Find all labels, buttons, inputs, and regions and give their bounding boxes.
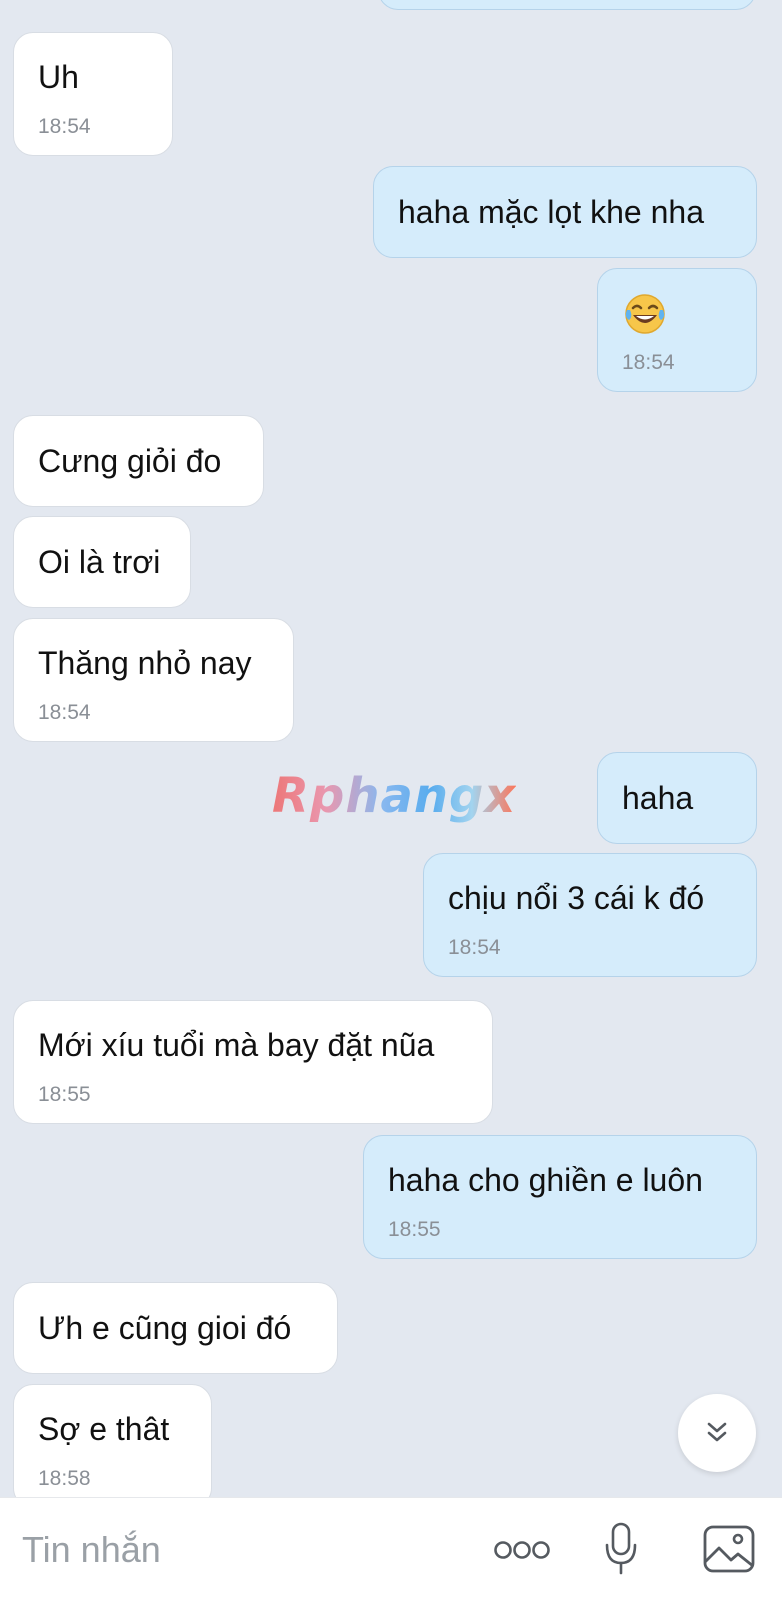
chat-history[interactable]: Uh 18:54 haha mặc lọt khe nha 18:54 Cưng… bbox=[0, 0, 782, 1497]
face-with-tears-of-joy-icon bbox=[624, 293, 666, 340]
message-bubble-incoming[interactable]: Sợ e thât 18:58 bbox=[13, 1384, 212, 1497]
message-text: Oi là trơi bbox=[38, 544, 161, 580]
message-timestamp: 18:54 bbox=[448, 936, 501, 959]
double-chevron-down-icon bbox=[702, 1418, 732, 1448]
message-bubble-partial bbox=[378, 0, 756, 10]
message-bubble-incoming[interactable]: Thăng nhỏ nay 18:54 bbox=[13, 618, 294, 742]
message-bubble-outgoing[interactable]: 18:54 bbox=[597, 268, 757, 392]
message-text: Mới xíu tuổi mà bay đặt nũa bbox=[38, 1027, 435, 1063]
message-text: Thăng nhỏ nay bbox=[38, 645, 252, 681]
message-text: Cưng giỏi đo bbox=[38, 443, 222, 479]
message-text: chịu nổi 3 cái k đó bbox=[448, 880, 705, 916]
message-text: Uh bbox=[38, 59, 79, 95]
message-timestamp: 18:55 bbox=[388, 1218, 441, 1241]
message-input[interactable]: Tin nhắn bbox=[22, 1530, 161, 1570]
message-timestamp: 18:54 bbox=[38, 115, 91, 138]
message-text: haha bbox=[622, 780, 694, 816]
message-bubble-incoming[interactable]: Mới xíu tuổi mà bay đặt nũa 18:55 bbox=[13, 1000, 493, 1124]
message-bubble-incoming[interactable]: Oi là trơi bbox=[13, 516, 191, 608]
message-bubble-incoming[interactable]: Cưng giỏi đo bbox=[13, 415, 264, 507]
more-options-icon[interactable] bbox=[490, 1526, 554, 1574]
message-timestamp: 18:58 bbox=[38, 1467, 91, 1490]
message-text: haha mặc lọt khe nha bbox=[398, 194, 704, 230]
message-timestamp: 18:55 bbox=[38, 1083, 91, 1106]
microphone-icon[interactable] bbox=[598, 1518, 644, 1580]
message-text: Ưh e cũng gioi đó bbox=[38, 1310, 292, 1346]
watermark-logo: Rphangx bbox=[272, 768, 517, 824]
message-text: Sợ e thât bbox=[38, 1411, 170, 1447]
message-bubble-outgoing[interactable]: haha cho ghiền e luôn 18:55 bbox=[363, 1135, 757, 1259]
image-icon[interactable] bbox=[700, 1522, 758, 1576]
message-bubble-outgoing[interactable]: haha mặc lọt khe nha bbox=[373, 166, 757, 258]
message-bubble-incoming[interactable]: Uh 18:54 bbox=[13, 32, 173, 156]
message-bubble-outgoing[interactable]: haha bbox=[597, 752, 757, 844]
message-input-bar: Tin nhắn bbox=[0, 1497, 782, 1601]
message-text: haha cho ghiền e luôn bbox=[388, 1162, 703, 1198]
message-bubble-incoming[interactable]: Ưh e cũng gioi đó bbox=[13, 1282, 338, 1374]
message-timestamp: 18:54 bbox=[38, 701, 91, 724]
message-bubble-outgoing[interactable]: chịu nổi 3 cái k đó 18:54 bbox=[423, 853, 757, 977]
message-timestamp: 18:54 bbox=[622, 351, 675, 374]
scroll-to-bottom-button[interactable] bbox=[678, 1394, 756, 1472]
